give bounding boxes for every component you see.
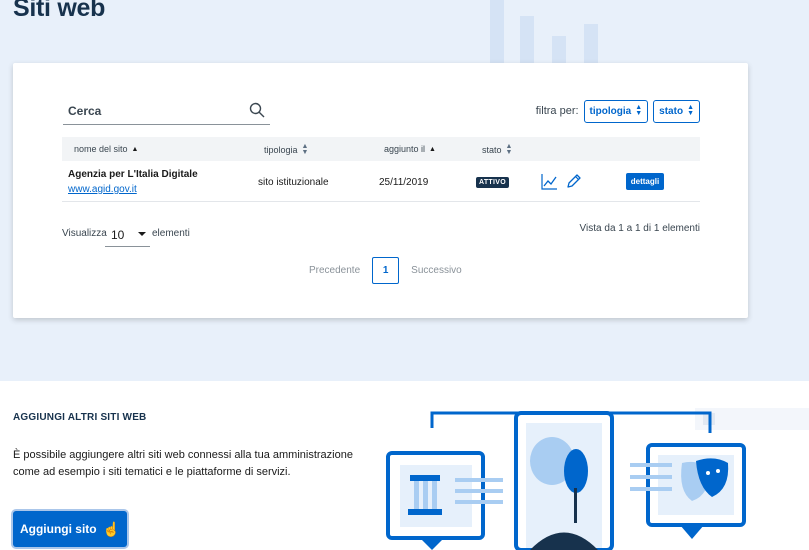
site-date: 25/11/2019 — [379, 177, 429, 188]
column-label: stato — [482, 145, 502, 155]
page-size-suffix: elementi — [152, 228, 190, 239]
filter-stato-button[interactable]: stato ▲ ▼ — [653, 99, 700, 123]
results-info: Vista da 1 a 1 di 1 elementi — [579, 223, 700, 234]
background-decoration — [488, 0, 608, 64]
site-name: Agenzia per L'Italia Digitale — [68, 169, 198, 180]
chart-line-icon[interactable] — [541, 173, 558, 190]
search-placeholder: Cerca — [68, 104, 102, 118]
column-header-tipologia[interactable]: tipologia ▲ ▼ — [264, 143, 309, 156]
sort-up-icon: ▲ — [131, 145, 139, 153]
column-label: nome del sito — [74, 144, 128, 154]
section-title: AGGIUNGI ALTRI SITI WEB — [13, 412, 147, 423]
filter-bar: filtra per: tipologia ▲ ▼ stato ▲ ▼ — [536, 99, 700, 123]
next-page-button[interactable]: Successivo — [411, 265, 462, 276]
search-input[interactable]: Cerca — [63, 99, 270, 125]
sort-icon: ▲ ▼ — [687, 104, 694, 117]
sort-icon: ▲ ▼ — [301, 143, 309, 156]
sites-card: Cerca filtra per: tipologia ▲ ▼ stato ▲ ▼ … — [13, 63, 748, 318]
page-size-value: 10 — [111, 228, 125, 242]
add-site-button[interactable]: Aggiungi sito ☝ — [13, 511, 127, 547]
column-label: aggiunto il — [384, 144, 426, 154]
pagination: Precedente 1 Successivo — [309, 257, 462, 284]
column-header-date[interactable]: aggiunto il ▲ — [384, 144, 436, 154]
section-description: È possibile aggiungere altri siti web co… — [13, 449, 353, 478]
websites-illustration — [386, 411, 746, 550]
prev-page-button[interactable]: Precedente — [309, 265, 360, 276]
filter-tipologia-button[interactable]: tipologia ▲ ▼ — [583, 99, 649, 123]
column-label: tipologia — [264, 145, 298, 155]
page-title: Siti web — [13, 0, 106, 22]
page-size-select[interactable]: 10 — [105, 222, 150, 247]
add-site-label: Aggiungi sito — [19, 522, 97, 536]
site-tipologia: sito istituzionale — [258, 177, 329, 188]
sort-icon: ▲ ▼ — [635, 104, 643, 117]
filter-label: filtra per: — [535, 105, 579, 117]
page-size-label: Visualizza — [62, 228, 107, 239]
column-header-stato[interactable]: stato ▲ ▼ — [482, 143, 513, 156]
status-badge: ATTIVO — [476, 177, 509, 188]
pencil-icon[interactable] — [565, 173, 582, 190]
filter-stato-label: stato — [659, 105, 684, 117]
sort-up-icon: ▲ — [429, 145, 436, 153]
page-number-button[interactable]: 1 — [372, 257, 400, 284]
caret-down-icon — [138, 232, 146, 236]
column-header-name[interactable]: nome del sito ▲ — [74, 144, 138, 154]
table-header: nome del sito ▲ tipologia ▲ ▼ aggiunto il… — [62, 137, 700, 161]
add-sites-section: AGGIUNGI ALTRI SITI WEB È possibile aggi… — [0, 381, 809, 550]
cursor-icon: ☝ — [102, 520, 121, 537]
site-url-link[interactable]: www.agid.gov.it — [68, 184, 137, 195]
table-row: Agenzia per L'Italia Digitale www.agid.g… — [62, 161, 700, 202]
sort-icon: ▲ ▼ — [505, 143, 513, 156]
details-button[interactable]: dettagli — [626, 173, 664, 190]
search-icon[interactable] — [249, 102, 265, 118]
filter-tipologia-label: tipologia — [589, 105, 632, 117]
